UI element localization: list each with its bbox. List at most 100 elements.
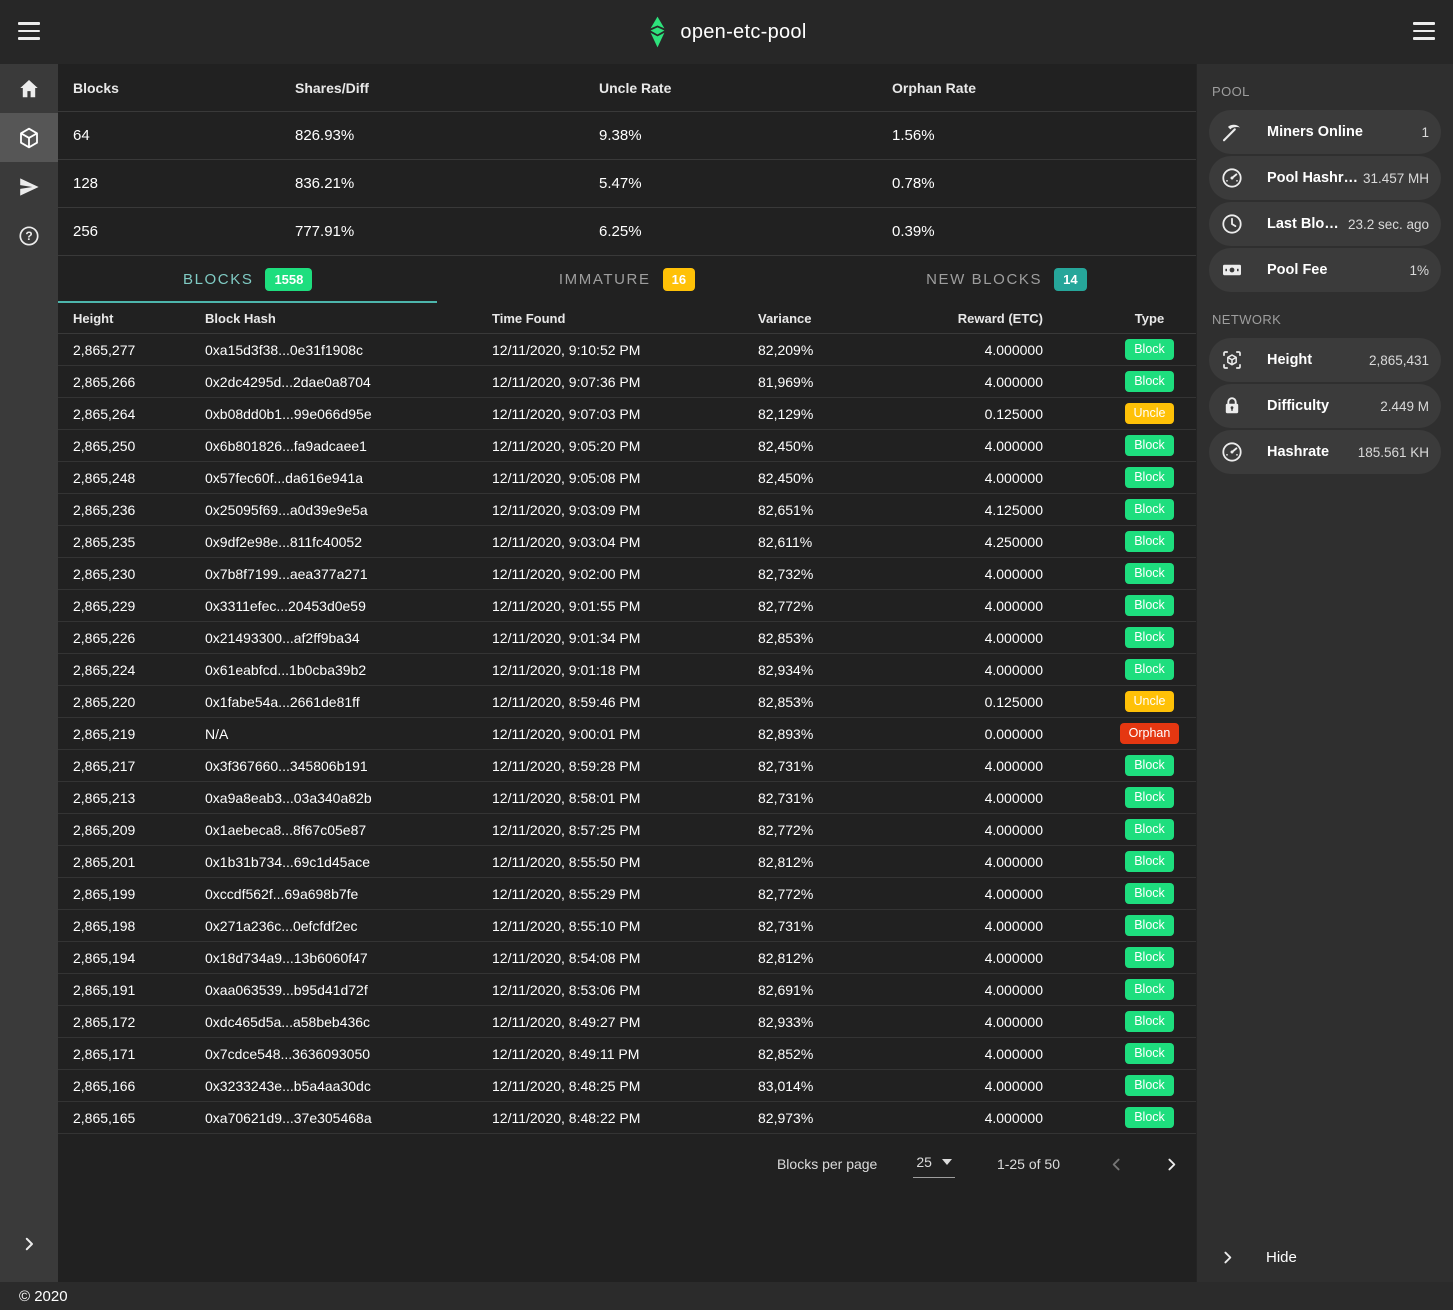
stat-value: 1 bbox=[1419, 125, 1429, 140]
variance-cell: 82,893% bbox=[743, 726, 943, 742]
stat-value: 23.2 sec. ago bbox=[1346, 217, 1429, 232]
reward-cell: 4.000000 bbox=[943, 1078, 1103, 1094]
block-hash-cell: 0x7cdce548...3636093050 bbox=[190, 1046, 477, 1062]
variance-cell: 82,772% bbox=[743, 822, 943, 838]
reward-cell: 4.000000 bbox=[943, 854, 1103, 870]
reward-cell: 4.000000 bbox=[943, 374, 1103, 390]
col-header-orphan-rate: Orphan Rate bbox=[877, 80, 1196, 96]
block-table-row: 2,865,166 0x3233243e...b5a4aa30dc 12/11/… bbox=[58, 1070, 1196, 1102]
time-found-cell: 12/11/2020, 9:07:03 PM bbox=[477, 406, 743, 422]
time-found-cell: 12/11/2020, 9:03:04 PM bbox=[477, 534, 743, 550]
block-type-chip: Block bbox=[1125, 563, 1174, 585]
block-table-row: 2,865,199 0xccdf562f...69a698b7fe 12/11/… bbox=[58, 878, 1196, 910]
tab-new-blocks[interactable]: NEW BLOCKS 14 bbox=[817, 256, 1196, 303]
shares-diff-cell: 836.21% bbox=[280, 175, 584, 192]
block-hash-cell: 0x25095f69...a0d39e9e5a bbox=[190, 502, 477, 518]
height-cell: 2,865,236 bbox=[58, 502, 190, 518]
reward-cell: 4.000000 bbox=[943, 1046, 1103, 1062]
variance-cell: 82,852% bbox=[743, 1046, 943, 1062]
home-icon bbox=[17, 77, 41, 101]
time-found-cell: 12/11/2020, 8:58:01 PM bbox=[477, 790, 743, 806]
next-page-button[interactable] bbox=[1163, 1156, 1180, 1173]
height-cell: 2,865,224 bbox=[58, 662, 190, 678]
luck-table-row: 128 836.21% 5.47% 0.78% bbox=[58, 160, 1196, 208]
block-hash-cell: 0xb08dd0b1...99e066d95e bbox=[190, 406, 477, 422]
block-hash-cell: N/A bbox=[190, 726, 477, 742]
block-type-chip: Block bbox=[1125, 531, 1174, 553]
block-table-row: 2,865,266 0x2dc4295d...2dae0a8704 12/11/… bbox=[58, 366, 1196, 398]
block-table-row: 2,865,229 0x3311efec...20453d0e59 12/11/… bbox=[58, 590, 1196, 622]
height-cell: 2,865,264 bbox=[58, 406, 190, 422]
time-found-cell: 12/11/2020, 8:55:10 PM bbox=[477, 918, 743, 934]
time-found-cell: 12/11/2020, 8:49:11 PM bbox=[477, 1046, 743, 1062]
stat-pill: Pool Fee 1% bbox=[1209, 248, 1441, 292]
nav-item-help[interactable]: ? bbox=[0, 211, 58, 260]
time-found-cell: 12/11/2020, 9:03:09 PM bbox=[477, 502, 743, 518]
reward-cell: 4.000000 bbox=[943, 662, 1103, 678]
reward-cell: 4.000000 bbox=[943, 1014, 1103, 1030]
variance-cell: 82,731% bbox=[743, 758, 943, 774]
block-hash-cell: 0x21493300...af2ff9ba34 bbox=[190, 630, 477, 646]
page-size-select[interactable]: 25 bbox=[913, 1151, 955, 1178]
block-type-chip: Block bbox=[1125, 883, 1174, 905]
nav-item-blocks[interactable] bbox=[0, 113, 58, 162]
shares-diff-cell: 777.91% bbox=[280, 223, 584, 240]
tab-count-badge: 14 bbox=[1054, 268, 1086, 291]
right-menu-icon[interactable] bbox=[1413, 22, 1435, 40]
col-header-shares-diff: Shares/Diff bbox=[280, 80, 584, 96]
block-hash-cell: 0x2dc4295d...2dae0a8704 bbox=[190, 374, 477, 390]
time-found-cell: 12/11/2020, 9:10:52 PM bbox=[477, 342, 743, 358]
height-cell: 2,865,248 bbox=[58, 470, 190, 486]
stat-label: Pool Hashrate bbox=[1267, 170, 1361, 186]
gauge-icon bbox=[1220, 440, 1244, 464]
stat-label: Difficulty bbox=[1267, 398, 1329, 414]
luck-table-row: 64 826.93% 9.38% 1.56% bbox=[58, 112, 1196, 160]
variance-cell: 82,973% bbox=[743, 1110, 943, 1126]
variance-cell: 82,732% bbox=[743, 566, 943, 582]
orphan-rate-cell: 0.39% bbox=[877, 223, 1196, 240]
block-hash-cell: 0x3233243e...b5a4aa30dc bbox=[190, 1078, 477, 1094]
block-table-row: 2,865,277 0xa15d3f38...0e31f1908c 12/11/… bbox=[58, 334, 1196, 366]
chevron-down-icon bbox=[942, 1159, 952, 1165]
height-cell: 2,865,194 bbox=[58, 950, 190, 966]
block-type-chip: Block bbox=[1125, 947, 1174, 969]
pool-section-title: POOL bbox=[1212, 84, 1453, 99]
reward-cell: 4.000000 bbox=[943, 982, 1103, 998]
hide-sidebar-button[interactable]: Hide bbox=[1197, 1232, 1453, 1282]
height-cell: 2,865,198 bbox=[58, 918, 190, 934]
block-hash-cell: 0xa70621d9...37e305468a bbox=[190, 1110, 477, 1126]
block-table-row: 2,865,209 0x1aebeca8...8f67c05e87 12/11/… bbox=[58, 814, 1196, 846]
variance-cell: 81,969% bbox=[743, 374, 943, 390]
col-header-reward: Reward (ETC) bbox=[943, 311, 1103, 326]
tab-blocks[interactable]: BLOCKS 1558 bbox=[58, 256, 437, 303]
expand-left-sidebar-button[interactable] bbox=[0, 1219, 58, 1268]
nav-item-payments[interactable] bbox=[0, 162, 58, 211]
reward-cell: 4.000000 bbox=[943, 950, 1103, 966]
blocks-table-body: 2,865,277 0xa15d3f38...0e31f1908c 12/11/… bbox=[58, 334, 1196, 1134]
variance-cell: 82,450% bbox=[743, 438, 943, 454]
page-range-label: 1-25 of 50 bbox=[997, 1156, 1060, 1172]
reward-cell: 4.250000 bbox=[943, 534, 1103, 550]
col-header-height: Height bbox=[58, 311, 190, 326]
blocks-cell: 256 bbox=[58, 223, 280, 240]
reward-cell: 4.000000 bbox=[943, 566, 1103, 582]
height-cell: 2,865,172 bbox=[58, 1014, 190, 1030]
variance-cell: 82,812% bbox=[743, 950, 943, 966]
reward-cell: 4.000000 bbox=[943, 918, 1103, 934]
nav-item-home[interactable] bbox=[0, 64, 58, 113]
previous-page-button[interactable] bbox=[1108, 1156, 1125, 1173]
reward-cell: 4.000000 bbox=[943, 1110, 1103, 1126]
shares-diff-cell: 826.93% bbox=[280, 127, 584, 144]
table-pagination: Blocks per page 25 1-25 of 50 bbox=[58, 1134, 1196, 1194]
variance-cell: 82,731% bbox=[743, 790, 943, 806]
block-type-chip: Block bbox=[1125, 979, 1174, 1001]
block-hash-cell: 0x9df2e98e...811fc40052 bbox=[190, 534, 477, 550]
tab-label: BLOCKS bbox=[183, 271, 253, 288]
blocks-cube-icon bbox=[17, 126, 41, 150]
variance-cell: 82,731% bbox=[743, 918, 943, 934]
tab-immature[interactable]: IMMATURE 16 bbox=[437, 256, 816, 303]
reward-cell: 4.125000 bbox=[943, 502, 1103, 518]
stats-sidebar: POOL Miners Online 1 Pool Hashrate 31.45… bbox=[1196, 64, 1453, 1282]
clock-icon bbox=[1220, 212, 1244, 236]
col-header-hash: Block Hash bbox=[190, 311, 477, 326]
